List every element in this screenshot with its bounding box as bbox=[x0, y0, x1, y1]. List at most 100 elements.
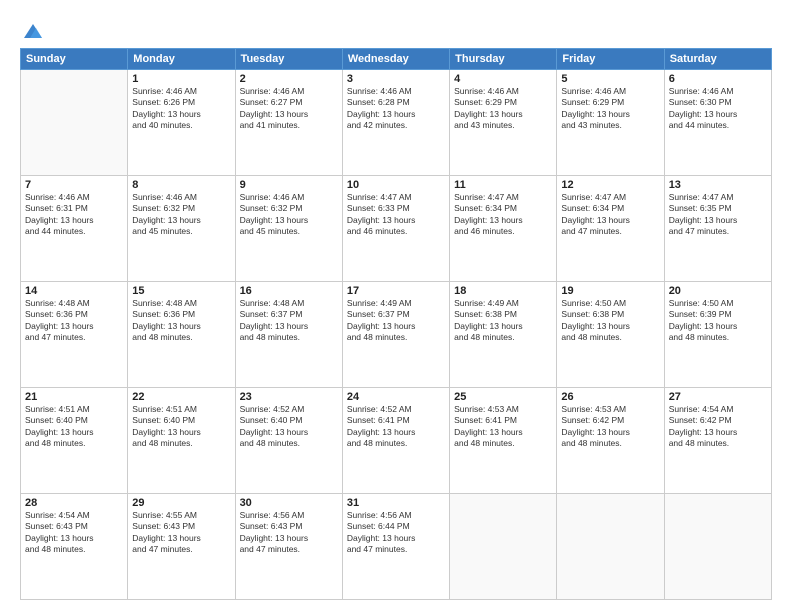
day-info: Sunrise: 4:48 AM Sunset: 6:36 PM Dayligh… bbox=[132, 298, 230, 344]
day-info: Sunrise: 4:49 AM Sunset: 6:37 PM Dayligh… bbox=[347, 298, 445, 344]
day-info: Sunrise: 4:50 AM Sunset: 6:38 PM Dayligh… bbox=[561, 298, 659, 344]
day-number: 14 bbox=[25, 285, 123, 297]
day-number: 25 bbox=[454, 391, 552, 403]
day-number: 10 bbox=[347, 179, 445, 191]
calendar-cell: 26Sunrise: 4:53 AM Sunset: 6:42 PM Dayli… bbox=[557, 388, 664, 494]
day-info: Sunrise: 4:48 AM Sunset: 6:37 PM Dayligh… bbox=[240, 298, 338, 344]
day-number: 26 bbox=[561, 391, 659, 403]
day-info: Sunrise: 4:46 AM Sunset: 6:30 PM Dayligh… bbox=[669, 86, 767, 132]
calendar-cell: 25Sunrise: 4:53 AM Sunset: 6:41 PM Dayli… bbox=[450, 388, 557, 494]
calendar-cell: 18Sunrise: 4:49 AM Sunset: 6:38 PM Dayli… bbox=[450, 282, 557, 388]
weekday-header: Wednesday bbox=[342, 49, 449, 70]
day-number: 6 bbox=[669, 73, 767, 85]
calendar-cell: 17Sunrise: 4:49 AM Sunset: 6:37 PM Dayli… bbox=[342, 282, 449, 388]
calendar-week-row: 14 Sunrise: 4:48 AM Sunset: 6:36 PM Dayli… bbox=[21, 282, 772, 388]
day-info: Sunrise: 4:54 AM Sunset: 6:43 PM Dayligh… bbox=[25, 510, 123, 556]
calendar-cell: 1Sunrise: 4:46 AM Sunset: 6:26 PM Daylig… bbox=[128, 70, 235, 176]
day-number: 13 bbox=[669, 179, 767, 191]
day-number: 29 bbox=[132, 497, 230, 509]
calendar-week-row: 28Sunrise: 4:54 AM Sunset: 6:43 PM Dayli… bbox=[21, 494, 772, 600]
calendar-cell: 8Sunrise: 4:46 AM Sunset: 6:32 PM Daylig… bbox=[128, 176, 235, 282]
calendar-cell: 28Sunrise: 4:54 AM Sunset: 6:43 PM Dayli… bbox=[21, 494, 128, 600]
calendar-cell: 13Sunrise: 4:47 AM Sunset: 6:35 PM Dayli… bbox=[664, 176, 771, 282]
calendar-cell bbox=[450, 494, 557, 600]
day-number: 22 bbox=[132, 391, 230, 403]
day-number: 5 bbox=[561, 73, 659, 85]
day-info: Sunrise: 4:55 AM Sunset: 6:43 PM Dayligh… bbox=[132, 510, 230, 556]
header bbox=[20, 18, 772, 40]
day-number: 9 bbox=[240, 179, 338, 191]
calendar-cell: 3Sunrise: 4:46 AM Sunset: 6:28 PM Daylig… bbox=[342, 70, 449, 176]
calendar-cell: 27Sunrise: 4:54 AM Sunset: 6:42 PM Dayli… bbox=[664, 388, 771, 494]
calendar-cell: 9Sunrise: 4:46 AM Sunset: 6:32 PM Daylig… bbox=[235, 176, 342, 282]
day-info: Sunrise: 4:46 AM Sunset: 6:26 PM Dayligh… bbox=[132, 86, 230, 132]
day-number: 31 bbox=[347, 497, 445, 509]
calendar-cell: 29Sunrise: 4:55 AM Sunset: 6:43 PM Dayli… bbox=[128, 494, 235, 600]
day-info: Sunrise: 4:56 AM Sunset: 6:43 PM Dayligh… bbox=[240, 510, 338, 556]
day-number: 19 bbox=[561, 285, 659, 297]
day-info: Sunrise: 4:46 AM Sunset: 6:28 PM Dayligh… bbox=[347, 86, 445, 132]
day-number: 8 bbox=[132, 179, 230, 191]
day-number: 7 bbox=[25, 179, 123, 191]
calendar-cell: 11Sunrise: 4:47 AM Sunset: 6:34 PM Dayli… bbox=[450, 176, 557, 282]
weekday-header: Friday bbox=[557, 49, 664, 70]
day-number: 27 bbox=[669, 391, 767, 403]
weekday-header: Tuesday bbox=[235, 49, 342, 70]
calendar-cell: 5Sunrise: 4:46 AM Sunset: 6:29 PM Daylig… bbox=[557, 70, 664, 176]
day-number: 2 bbox=[240, 73, 338, 85]
calendar-table: SundayMondayTuesdayWednesdayThursdayFrid… bbox=[20, 48, 772, 600]
day-number: 28 bbox=[25, 497, 123, 509]
calendar-cell bbox=[21, 70, 128, 176]
logo-icon bbox=[22, 22, 44, 40]
day-number: 15 bbox=[132, 285, 230, 297]
calendar-header-row: SundayMondayTuesdayWednesdayThursdayFrid… bbox=[21, 49, 772, 70]
day-number: 24 bbox=[347, 391, 445, 403]
day-info: Sunrise: 4:52 AM Sunset: 6:41 PM Dayligh… bbox=[347, 404, 445, 450]
day-info: Sunrise: 4:46 AM Sunset: 6:32 PM Dayligh… bbox=[132, 192, 230, 238]
day-info: Sunrise: 4:51 AM Sunset: 6:40 PM Dayligh… bbox=[25, 404, 123, 450]
calendar-cell: 22Sunrise: 4:51 AM Sunset: 6:40 PM Dayli… bbox=[128, 388, 235, 494]
calendar-cell: 2Sunrise: 4:46 AM Sunset: 6:27 PM Daylig… bbox=[235, 70, 342, 176]
day-number: 30 bbox=[240, 497, 338, 509]
day-info: Sunrise: 4:46 AM Sunset: 6:29 PM Dayligh… bbox=[454, 86, 552, 132]
day-number: 11 bbox=[454, 179, 552, 191]
page: SundayMondayTuesdayWednesdayThursdayFrid… bbox=[0, 0, 792, 612]
calendar-cell: 12Sunrise: 4:47 AM Sunset: 6:34 PM Dayli… bbox=[557, 176, 664, 282]
calendar-cell: 4Sunrise: 4:46 AM Sunset: 6:29 PM Daylig… bbox=[450, 70, 557, 176]
day-number: 21 bbox=[25, 391, 123, 403]
calendar-cell: 6Sunrise: 4:46 AM Sunset: 6:30 PM Daylig… bbox=[664, 70, 771, 176]
day-number: 12 bbox=[561, 179, 659, 191]
calendar-week-row: 1Sunrise: 4:46 AM Sunset: 6:26 PM Daylig… bbox=[21, 70, 772, 176]
calendar-cell: 10Sunrise: 4:47 AM Sunset: 6:33 PM Dayli… bbox=[342, 176, 449, 282]
day-info: Sunrise: 4:49 AM Sunset: 6:38 PM Dayligh… bbox=[454, 298, 552, 344]
weekday-header: Monday bbox=[128, 49, 235, 70]
day-info: Sunrise: 4:47 AM Sunset: 6:33 PM Dayligh… bbox=[347, 192, 445, 238]
calendar-cell bbox=[664, 494, 771, 600]
weekday-header: Sunday bbox=[21, 49, 128, 70]
day-number: 1 bbox=[132, 73, 230, 85]
calendar-cell: 7Sunrise: 4:46 AM Sunset: 6:31 PM Daylig… bbox=[21, 176, 128, 282]
day-info: Sunrise: 4:47 AM Sunset: 6:35 PM Dayligh… bbox=[669, 192, 767, 238]
day-info: Sunrise: 4:46 AM Sunset: 6:32 PM Dayligh… bbox=[240, 192, 338, 238]
calendar-cell bbox=[557, 494, 664, 600]
day-number: 17 bbox=[347, 285, 445, 297]
day-info: Sunrise: 4:47 AM Sunset: 6:34 PM Dayligh… bbox=[561, 192, 659, 238]
calendar-cell: 16Sunrise: 4:48 AM Sunset: 6:37 PM Dayli… bbox=[235, 282, 342, 388]
calendar-week-row: 7Sunrise: 4:46 AM Sunset: 6:31 PM Daylig… bbox=[21, 176, 772, 282]
day-info: Sunrise: 4:46 AM Sunset: 6:27 PM Dayligh… bbox=[240, 86, 338, 132]
day-number: 4 bbox=[454, 73, 552, 85]
day-number: 16 bbox=[240, 285, 338, 297]
day-info: Sunrise: 4:54 AM Sunset: 6:42 PM Dayligh… bbox=[669, 404, 767, 450]
calendar-cell: 15Sunrise: 4:48 AM Sunset: 6:36 PM Dayli… bbox=[128, 282, 235, 388]
day-info: Sunrise: 4:56 AM Sunset: 6:44 PM Dayligh… bbox=[347, 510, 445, 556]
calendar-cell: 21Sunrise: 4:51 AM Sunset: 6:40 PM Dayli… bbox=[21, 388, 128, 494]
day-number: 18 bbox=[454, 285, 552, 297]
weekday-header: Thursday bbox=[450, 49, 557, 70]
day-info: Sunrise: 4:50 AM Sunset: 6:39 PM Dayligh… bbox=[669, 298, 767, 344]
calendar-cell: 14Sunrise: 4:48 AM Sunset: 6:36 PM Dayli… bbox=[21, 282, 128, 388]
day-info: Sunrise: 4:46 AM Sunset: 6:31 PM Dayligh… bbox=[25, 192, 123, 238]
day-info: Sunrise: 4:53 AM Sunset: 6:41 PM Dayligh… bbox=[454, 404, 552, 450]
calendar-cell: 19Sunrise: 4:50 AM Sunset: 6:38 PM Dayli… bbox=[557, 282, 664, 388]
day-number: 20 bbox=[669, 285, 767, 297]
calendar-cell: 24Sunrise: 4:52 AM Sunset: 6:41 PM Dayli… bbox=[342, 388, 449, 494]
